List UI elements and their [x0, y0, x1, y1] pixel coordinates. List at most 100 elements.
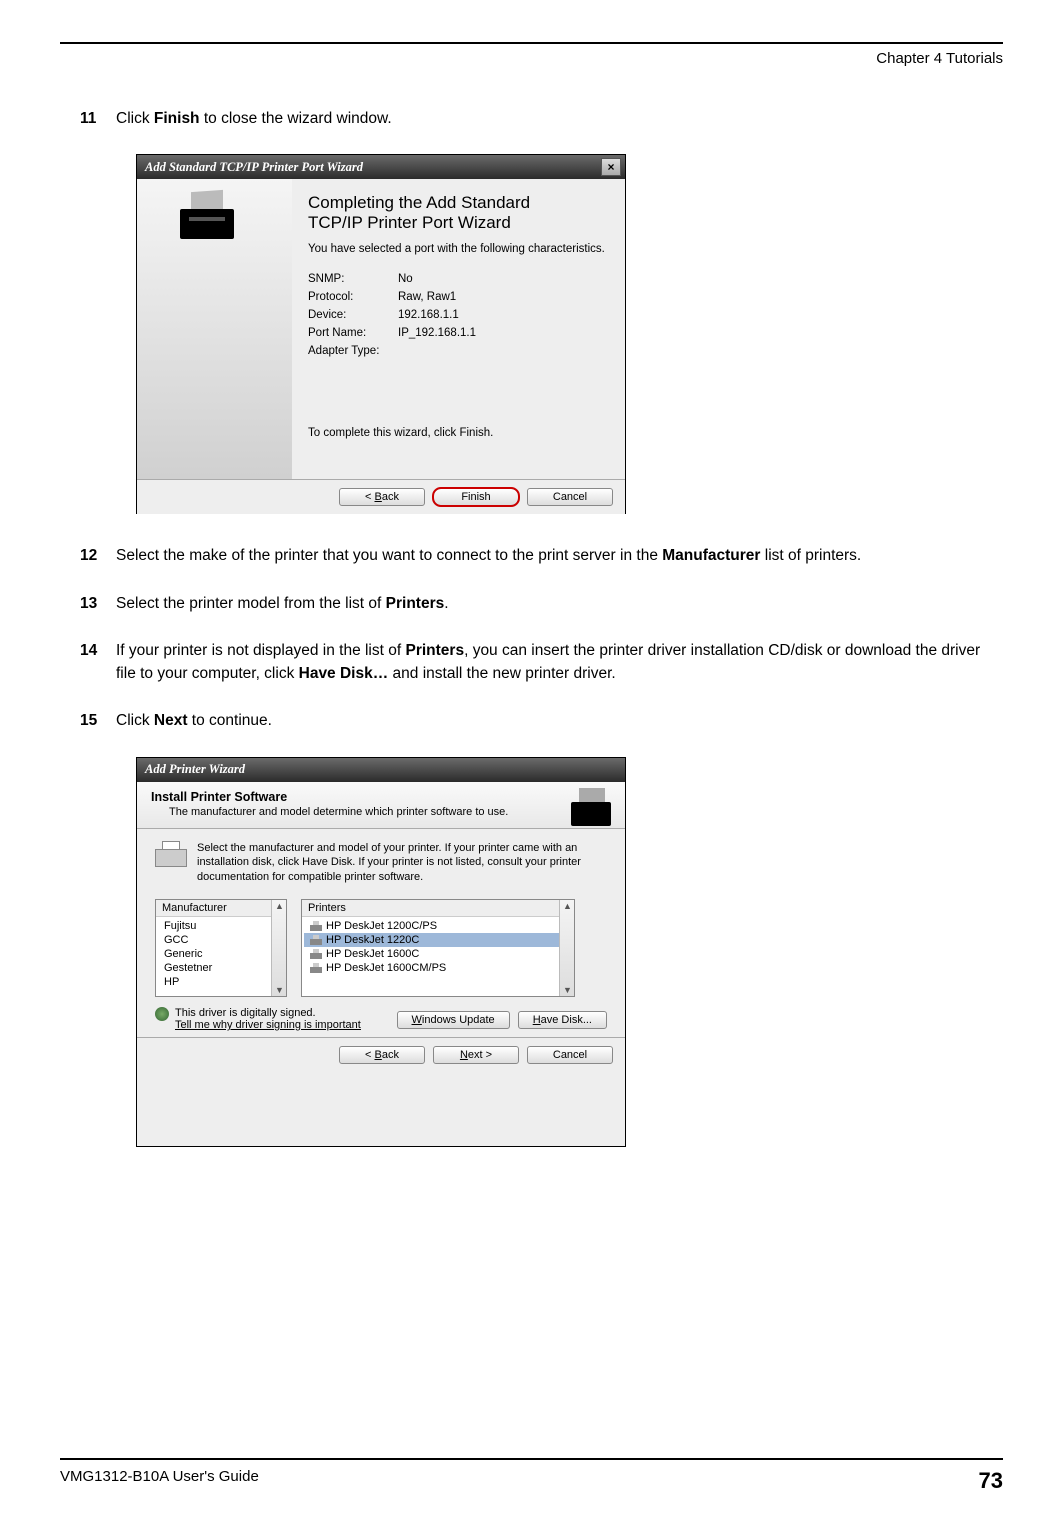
- wizard-head-sub: The manufacturer and model determine whi…: [169, 806, 613, 818]
- list-item[interactable]: Gestetner: [158, 961, 284, 975]
- value: No: [398, 273, 413, 285]
- certificate-icon: [155, 1007, 169, 1021]
- step-text: Click Next to continue.: [116, 709, 1003, 732]
- heading-line: TCP/IP Printer Port Wizard: [308, 213, 511, 232]
- list-item[interactable]: HP DeskJet 1220C: [304, 933, 572, 947]
- signing-info-link[interactable]: Tell me why driver signing is important: [175, 1019, 361, 1031]
- wizard-complete-text: To complete this wizard, click Finish.: [308, 427, 609, 439]
- step-number: 14: [80, 639, 116, 686]
- footer-guide: VMG1312-B10A User's Guide: [60, 1468, 259, 1494]
- chevron-up-icon[interactable]: ▲: [563, 901, 572, 911]
- text: to close the wizard window.: [200, 110, 392, 127]
- list-header: Printers: [302, 900, 574, 917]
- list-item[interactable]: Fujitsu: [158, 919, 284, 933]
- list-item[interactable]: HP DeskJet 1600C: [304, 947, 572, 961]
- text: ack: [382, 1049, 399, 1061]
- label: Device:: [308, 309, 398, 321]
- finish-button[interactable]: Finish: [433, 488, 519, 506]
- back-button[interactable]: < Back: [339, 1046, 425, 1064]
- printer-icon: [310, 963, 322, 973]
- link-text: ell me why driver signing is important: [181, 1019, 361, 1031]
- value: IP_192.168.1.1: [398, 327, 476, 339]
- printer-icon: [310, 921, 322, 931]
- text: list of printers.: [760, 547, 861, 564]
- wizard-side-panel: [137, 179, 292, 479]
- printer-icon: [155, 841, 187, 867]
- value: 192.168.1.1: [398, 309, 459, 321]
- text: .: [444, 595, 448, 612]
- list-header: Manufacturer: [156, 900, 286, 917]
- step-number: 11: [80, 107, 116, 130]
- scrollbar[interactable]: ▲▼: [271, 900, 286, 996]
- add-printer-wizard-dialog: Add Printer Wizard Install Printer Softw…: [136, 757, 626, 1147]
- item-label: HP DeskJet 1200C/PS: [326, 920, 437, 932]
- list-item[interactable]: HP DeskJet 1600CM/PS: [304, 961, 572, 975]
- list-item[interactable]: GCC: [158, 933, 284, 947]
- titlebar: Add Standard TCP/IP Printer Port Wizard …: [137, 155, 625, 179]
- page-number: 73: [979, 1468, 1003, 1494]
- next-button[interactable]: Next >: [433, 1046, 519, 1064]
- text: and install the new printer driver.: [388, 665, 615, 682]
- printer-icon: [569, 788, 615, 826]
- printer-icon: [310, 935, 322, 945]
- bold: Printers: [386, 595, 445, 612]
- step-number: 15: [80, 709, 116, 732]
- wizard-subtext: You have selected a port with the follow…: [308, 243, 609, 255]
- underline-char: N: [460, 1049, 468, 1061]
- back-button[interactable]: < Back: [339, 488, 425, 506]
- printers-listbox[interactable]: Printers HP DeskJet 1200C/PS HP DeskJet …: [301, 899, 575, 997]
- text: Click: [116, 110, 154, 127]
- instruction-text: Select the manufacturer and model of you…: [197, 841, 607, 886]
- titlebar: Add Printer Wizard: [137, 758, 625, 782]
- chevron-up-icon[interactable]: ▲: [275, 901, 284, 911]
- bold: Next: [154, 712, 188, 729]
- step-number: 12: [80, 544, 116, 567]
- chevron-down-icon[interactable]: ▼: [275, 985, 284, 995]
- text: If your printer is not displayed in the …: [116, 642, 405, 659]
- bold: Manufacturer: [662, 547, 760, 564]
- wizard-port-complete-dialog: Add Standard TCP/IP Printer Port Wizard …: [136, 154, 626, 514]
- underline-char: H: [533, 1014, 541, 1026]
- bold: Printers: [405, 642, 464, 659]
- value: Raw, Raw1: [398, 291, 456, 303]
- chevron-down-icon[interactable]: ▼: [563, 985, 572, 995]
- label: Port Name:: [308, 327, 398, 339]
- label: SNMP:: [308, 273, 398, 285]
- item-label: HP DeskJet 1600C: [326, 948, 419, 960]
- wizard-heading: Completing the Add Standard TCP/IP Print…: [308, 193, 609, 233]
- text: ack: [382, 491, 399, 503]
- cancel-button[interactable]: Cancel: [527, 488, 613, 506]
- heading-line: Completing the Add Standard: [308, 193, 530, 212]
- text: <: [365, 491, 374, 503]
- step-13: 13 Select the printer model from the lis…: [80, 592, 1003, 615]
- text: B: [375, 491, 382, 503]
- window-title: Add Standard TCP/IP Printer Port Wizard: [145, 160, 363, 175]
- wizard-header-panel: Install Printer Software The manufacture…: [137, 782, 625, 829]
- text: Select the make of the printer that you …: [116, 547, 662, 564]
- text: Click: [116, 712, 154, 729]
- text: to continue.: [188, 712, 272, 729]
- manufacturer-listbox[interactable]: Manufacturer Fujitsu GCC Generic Gestetn…: [155, 899, 287, 997]
- scrollbar[interactable]: ▲▼: [559, 900, 574, 996]
- underline-char: B: [375, 1049, 382, 1061]
- cancel-button[interactable]: Cancel: [527, 1046, 613, 1064]
- list-item[interactable]: Generic: [158, 947, 284, 961]
- list-item[interactable]: HP DeskJet 1200C/PS: [304, 919, 572, 933]
- label: Adapter Type:: [308, 345, 398, 357]
- printer-icon: [310, 949, 322, 959]
- text: <: [365, 1049, 374, 1061]
- close-icon[interactable]: ×: [601, 158, 621, 176]
- windows-update-button[interactable]: Windows Update: [397, 1011, 510, 1029]
- step-11: 11 Click Finish to close the wizard wind…: [80, 107, 1003, 130]
- text: ave Disk...: [541, 1014, 592, 1026]
- window-title: Add Printer Wizard: [145, 762, 245, 777]
- list-item[interactable]: HP: [158, 975, 284, 989]
- step-text: Select the printer model from the list o…: [116, 592, 1003, 615]
- step-text: Click Finish to close the wizard window.: [116, 107, 1003, 130]
- have-disk-button[interactable]: Have Disk...: [518, 1011, 607, 1029]
- step-number: 13: [80, 592, 116, 615]
- printer-icon: [177, 191, 237, 239]
- chapter-header: Chapter 4 Tutorials: [60, 50, 1003, 67]
- bold: Have Disk…: [299, 665, 389, 682]
- step-14: 14 If your printer is not displayed in t…: [80, 639, 1003, 686]
